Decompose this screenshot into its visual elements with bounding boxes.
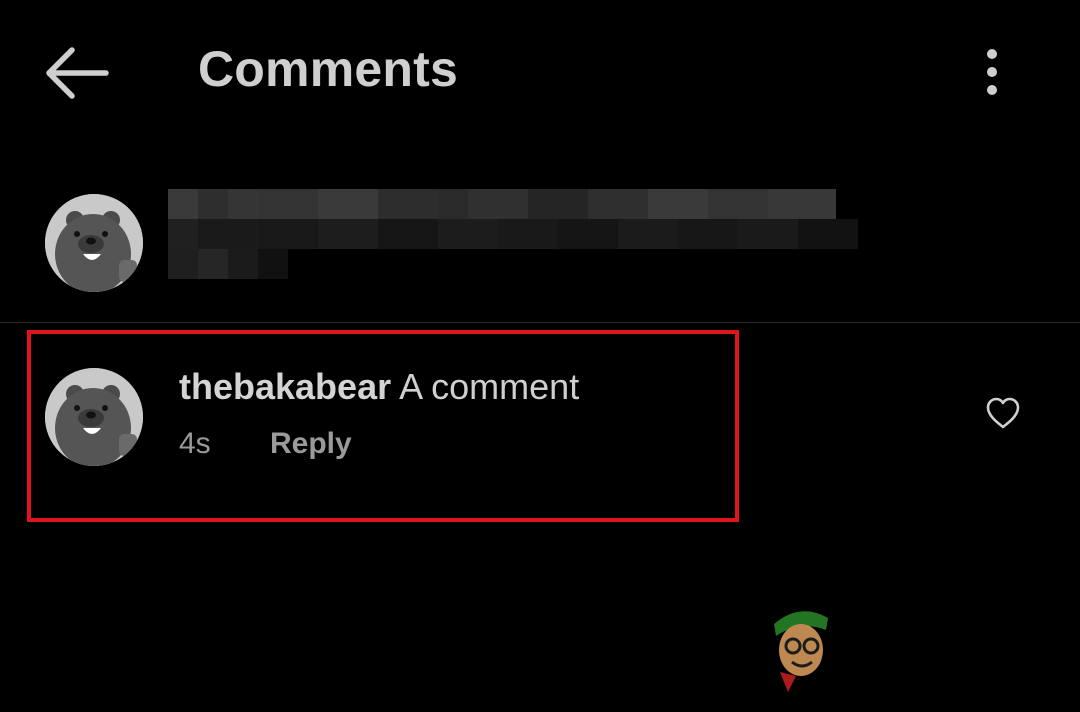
arrow-left-icon xyxy=(46,47,109,99)
divider xyxy=(0,322,1080,323)
more-options-button[interactable] xyxy=(972,44,1012,100)
pixelated-caption xyxy=(168,189,868,291)
comment-timestamp: 4s xyxy=(179,427,211,460)
comment-text: A comment xyxy=(399,366,580,407)
like-button[interactable] xyxy=(985,396,1021,430)
comment-username[interactable]: thebakabear xyxy=(179,366,391,407)
watermark-logo xyxy=(766,602,836,694)
bear-avatar xyxy=(45,194,143,292)
page-title: Comments xyxy=(198,41,458,97)
back-button[interactable] xyxy=(40,42,112,102)
comment-avatar[interactable] xyxy=(45,368,143,466)
bear-avatar xyxy=(45,368,143,466)
comment-body: thebakabear A comment xyxy=(179,366,579,408)
caption-avatar[interactable] xyxy=(45,194,143,292)
more-vertical-icon xyxy=(987,49,997,95)
reply-button[interactable]: Reply xyxy=(270,427,352,461)
heart-outline-icon xyxy=(986,397,1020,429)
